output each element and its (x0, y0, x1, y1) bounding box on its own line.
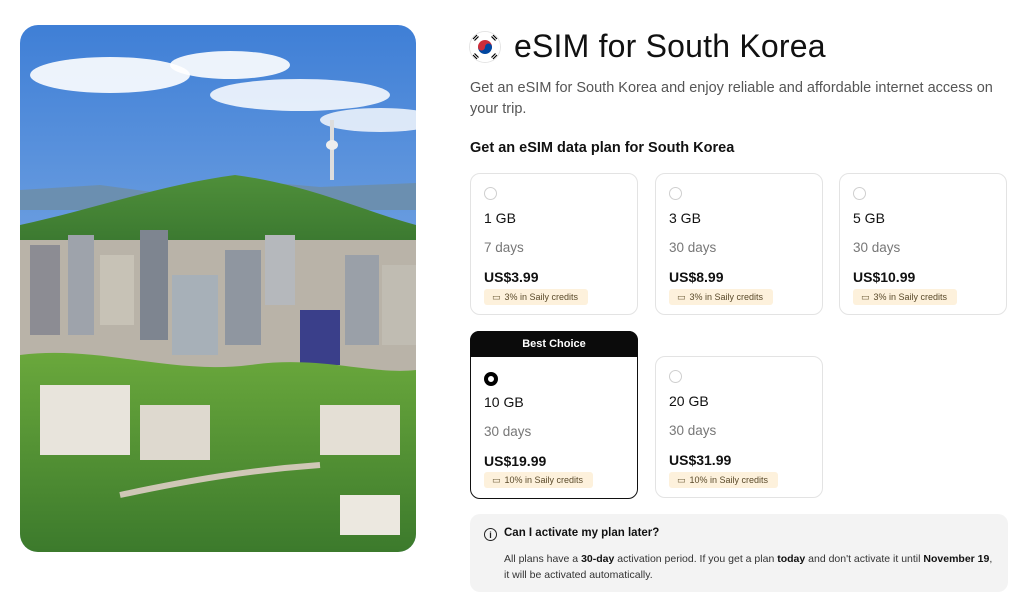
wallet-icon: ▭ (492, 291, 501, 302)
plan-data-amount: 5 GB (853, 210, 885, 226)
plans-heading: Get an eSIM data plan for South Korea (470, 140, 735, 156)
credits-badge: ▭ 3% in Saily credits (853, 289, 958, 305)
plan-radio[interactable] (669, 370, 682, 383)
wallet-icon: ▭ (677, 474, 686, 485)
faq-answer-text: and don't activate it until (805, 553, 924, 565)
faq-answer-text: All plans have a (504, 553, 582, 565)
plan-card-5gb[interactable]: 5 GB 30 days US$10.99 ▭ 3% in Saily cred… (839, 173, 1007, 315)
plan-data-amount: 10 GB (484, 394, 524, 410)
page-title: eSIM for South Korea (514, 28, 826, 64)
wallet-icon: ▭ (861, 291, 870, 302)
page-header: eSIM for South Korea (470, 28, 826, 65)
best-choice-badge: Best Choice (470, 331, 638, 357)
faq-answer-emphasis: today (777, 553, 806, 565)
activation-faq: i Can I activate my plan later? All plan… (470, 514, 1008, 592)
plan-radio[interactable] (669, 187, 682, 200)
faq-answer-text: activation period. If you get a plan (614, 553, 778, 565)
plan-validity: 30 days (669, 423, 717, 438)
wallet-icon: ▭ (677, 291, 686, 302)
plan-data-amount: 1 GB (484, 210, 516, 226)
plan-radio-selected[interactable] (484, 372, 498, 386)
faq-answer: All plans have a 30-day activation perio… (504, 551, 994, 583)
plan-price: US$3.99 (484, 269, 539, 285)
plan-validity: 7 days (484, 240, 524, 255)
plan-card-10gb[interactable]: Best Choice 10 GB 30 days US$19.99 ▭ 10%… (470, 331, 638, 499)
credits-text: 10% in Saily credits (689, 475, 769, 485)
credits-text: 3% in Saily credits (689, 292, 764, 302)
plan-data-amount: 3 GB (669, 210, 701, 226)
plan-card-20gb[interactable]: 20 GB 30 days US$31.99 ▭ 10% in Saily cr… (655, 356, 823, 498)
credits-badge: ▭ 10% in Saily credits (484, 472, 594, 488)
page-intro: Get an eSIM for South Korea and enjoy re… (470, 80, 993, 117)
plan-validity: 30 days (853, 240, 901, 255)
credits-text: 3% in Saily credits (504, 292, 579, 302)
plan-price: US$8.99 (669, 269, 724, 285)
credits-text: 3% in Saily credits (873, 292, 948, 302)
plan-radio[interactable] (853, 187, 866, 200)
plan-card-3gb[interactable]: 3 GB 30 days US$8.99 ▭ 3% in Saily credi… (655, 173, 823, 315)
faq-answer-emphasis: November 19 (923, 553, 990, 565)
plan-price: US$10.99 (853, 269, 916, 285)
faq-question: Can I activate my plan later? (504, 527, 660, 539)
plan-validity: 30 days (484, 424, 532, 439)
south-korea-flag-icon (470, 31, 500, 62)
plan-data-amount: 20 GB (669, 393, 709, 409)
destination-hero-image (20, 25, 416, 552)
credits-badge: ▭ 10% in Saily credits (669, 472, 779, 488)
plan-card-1gb[interactable]: 1 GB 7 days US$3.99 ▭ 3% in Saily credit… (470, 173, 638, 315)
plan-price: US$19.99 (484, 453, 547, 469)
credits-badge: ▭ 3% in Saily credits (484, 289, 589, 305)
plan-validity: 30 days (669, 240, 717, 255)
info-icon: i (484, 528, 497, 541)
credits-badge: ▭ 3% in Saily credits (669, 289, 774, 305)
plan-radio[interactable] (484, 187, 497, 200)
wallet-icon: ▭ (492, 474, 501, 485)
credits-text: 10% in Saily credits (504, 475, 584, 485)
faq-answer-emphasis: 30-day (581, 553, 615, 565)
plan-price: US$31.99 (669, 452, 732, 468)
